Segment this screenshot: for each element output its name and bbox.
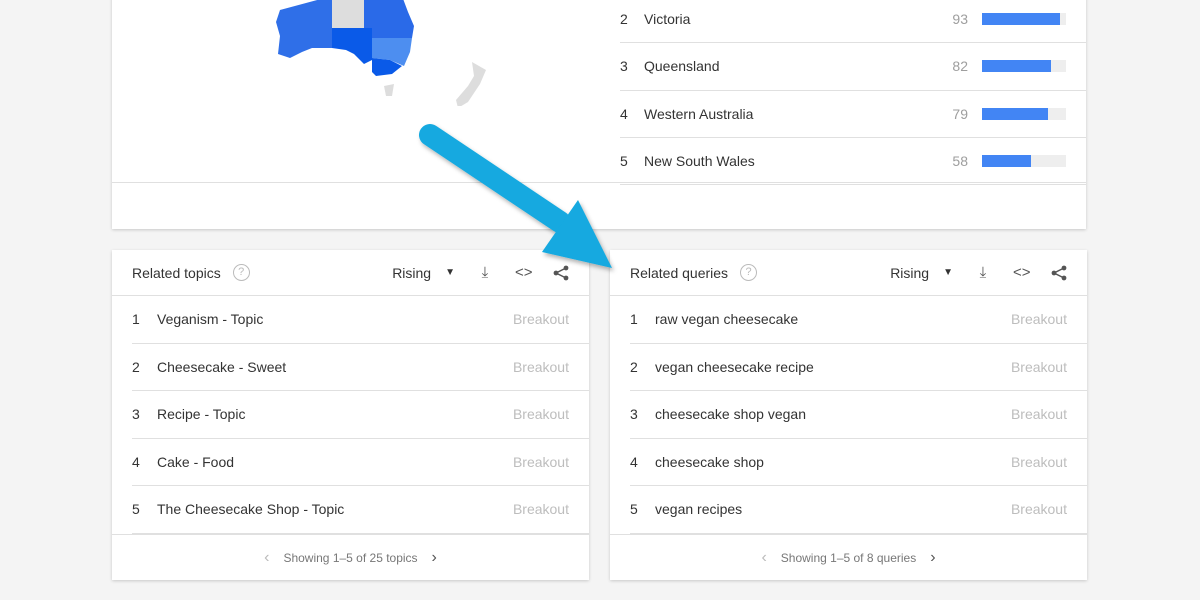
list-item[interactable]: 2 Cheesecake - Sweet Breakout bbox=[132, 344, 589, 391]
chevron-right-icon[interactable]: › bbox=[432, 549, 437, 567]
item-label: cheesecake shop vegan bbox=[655, 406, 806, 423]
rank: 3 bbox=[630, 406, 638, 423]
item-label: Cake - Food bbox=[157, 453, 235, 470]
rank: 2 bbox=[132, 358, 140, 375]
region-bar bbox=[982, 13, 1066, 26]
list-item[interactable]: 2 vegan cheesecake recipe Breakout bbox=[630, 344, 1087, 391]
chevron-right-icon[interactable]: › bbox=[930, 549, 935, 567]
region-row[interactable]: 4 Western Australia 79 bbox=[620, 91, 1086, 138]
share-icon[interactable] bbox=[1051, 265, 1067, 281]
item-label: raw vegan cheesecake bbox=[655, 311, 799, 328]
region-bar bbox=[982, 107, 1066, 120]
region-name: Victoria bbox=[644, 11, 691, 28]
rank: 1 bbox=[132, 311, 140, 328]
item-value: Breakout bbox=[1010, 501, 1067, 518]
region-name: Queensland bbox=[644, 58, 720, 75]
pagination: ‹ Showing 1–5 of 8 queries › bbox=[610, 534, 1087, 580]
pagination-text: Showing 1–5 of 25 topics bbox=[283, 550, 418, 565]
map-new-zealand[interactable] bbox=[456, 62, 486, 106]
card-header: Related topics ? Rising ▼ ⤓ <> bbox=[112, 250, 589, 296]
embed-icon[interactable]: <> bbox=[1013, 264, 1031, 281]
pagination-text: Showing 1–5 of 8 queries bbox=[780, 550, 917, 565]
rank: 2 bbox=[630, 358, 638, 375]
australia-map[interactable] bbox=[272, 0, 532, 106]
item-value: Breakout bbox=[512, 501, 569, 518]
item-value: Breakout bbox=[512, 406, 569, 423]
region-row[interactable]: 3 Queensland 82 bbox=[620, 43, 1086, 91]
card-title: Related queries bbox=[630, 264, 729, 281]
map-northern-territory[interactable] bbox=[332, 0, 364, 28]
card-title: Related topics bbox=[132, 264, 221, 281]
filter-value: Rising bbox=[392, 264, 432, 281]
interest-by-region-card: 2 Victoria 93 3 Queensland 82 4 Western Austr… bbox=[112, 0, 1086, 229]
region-list: 2 Victoria 93 3 Queensland 82 4 Western Austr… bbox=[620, 0, 1086, 186]
item-value: Breakout bbox=[1010, 358, 1067, 375]
region-value: 93 bbox=[952, 11, 968, 28]
rank: 3 bbox=[132, 406, 140, 423]
rank: 1 bbox=[630, 311, 638, 328]
list-item[interactable]: 5 The Cheesecake Shop - Topic Breakout bbox=[132, 486, 589, 534]
region-bar bbox=[982, 155, 1066, 168]
rank: 5 bbox=[132, 501, 140, 518]
map-tasmania[interactable] bbox=[384, 84, 394, 96]
help-icon[interactable]: ? bbox=[740, 264, 758, 281]
download-icon[interactable]: ⤓ bbox=[477, 264, 493, 281]
help-icon[interactable]: ? bbox=[232, 264, 250, 281]
region-value: 58 bbox=[952, 153, 968, 170]
map-south-australia[interactable] bbox=[332, 28, 372, 64]
rank: 3 bbox=[620, 58, 628, 75]
rank: 4 bbox=[630, 453, 638, 470]
filter-dropdown[interactable]: Rising ▼ bbox=[392, 265, 455, 281]
embed-icon[interactable]: <> bbox=[515, 264, 533, 281]
chevron-left-icon[interactable]: ‹ bbox=[264, 549, 269, 567]
filter-dropdown[interactable]: Rising ▼ bbox=[890, 265, 953, 281]
rank: 5 bbox=[630, 501, 638, 518]
rank: 4 bbox=[132, 453, 140, 470]
item-label: The Cheesecake Shop - Topic bbox=[157, 501, 345, 518]
share-icon[interactable] bbox=[553, 265, 569, 281]
item-label: Recipe - Topic bbox=[157, 406, 246, 423]
caret-down-icon: ▼ bbox=[943, 267, 953, 278]
rank: 5 bbox=[620, 153, 628, 170]
filter-value: Rising bbox=[890, 264, 930, 281]
list-item[interactable]: 1 Veganism - Topic Breakout bbox=[132, 296, 589, 344]
map-western-australia[interactable] bbox=[276, 0, 332, 58]
item-value: Breakout bbox=[1010, 453, 1067, 470]
list-item[interactable]: 4 cheesecake shop Breakout bbox=[630, 439, 1087, 486]
list-item[interactable]: 3 cheesecake shop vegan Breakout bbox=[630, 391, 1087, 439]
caret-down-icon: ▼ bbox=[445, 267, 455, 278]
pagination: ‹ Showing 1–5 of 25 topics › bbox=[112, 534, 589, 580]
list-item[interactable]: 4 Cake - Food Breakout bbox=[132, 439, 589, 486]
list-item[interactable]: 3 Recipe - Topic Breakout bbox=[132, 391, 589, 439]
item-value: Breakout bbox=[512, 358, 569, 375]
item-label: vegan cheesecake recipe bbox=[655, 358, 814, 375]
region-bar bbox=[982, 60, 1066, 73]
region-value: 82 bbox=[952, 58, 968, 75]
card-footer-divider bbox=[112, 182, 1086, 183]
region-row[interactable]: 5 New South Wales 58 bbox=[620, 138, 1086, 186]
item-value: Breakout bbox=[1010, 406, 1067, 423]
item-label: cheesecake shop bbox=[655, 453, 764, 470]
chevron-left-icon[interactable]: ‹ bbox=[761, 549, 766, 567]
region-name: Western Australia bbox=[644, 105, 754, 122]
item-value: Breakout bbox=[512, 453, 569, 470]
item-label: vegan recipes bbox=[655, 501, 743, 518]
region-row[interactable]: 2 Victoria 93 bbox=[620, 0, 1086, 44]
list-item[interactable]: 5 vegan recipes Breakout bbox=[630, 486, 1087, 534]
related-topics-card: Related topics ? Rising ▼ ⤓ <> 1 Veganism … bbox=[112, 250, 589, 580]
download-icon[interactable]: ⤓ bbox=[975, 264, 991, 281]
item-value: Breakout bbox=[512, 311, 569, 328]
region-value: 79 bbox=[952, 105, 968, 122]
rank: 4 bbox=[620, 105, 628, 122]
item-label: Cheesecake - Sweet bbox=[157, 358, 287, 375]
related-queries-card: Related queries ? Rising ▼ ⤓ <> 1 raw vega… bbox=[610, 250, 1087, 580]
item-label: Veganism - Topic bbox=[157, 311, 264, 328]
region-name: New South Wales bbox=[644, 153, 755, 170]
list-item[interactable]: 1 raw vegan cheesecake Breakout bbox=[630, 296, 1087, 344]
rank: 2 bbox=[620, 11, 628, 28]
item-value: Breakout bbox=[1010, 311, 1067, 328]
card-header: Related queries ? Rising ▼ ⤓ <> bbox=[610, 250, 1087, 296]
